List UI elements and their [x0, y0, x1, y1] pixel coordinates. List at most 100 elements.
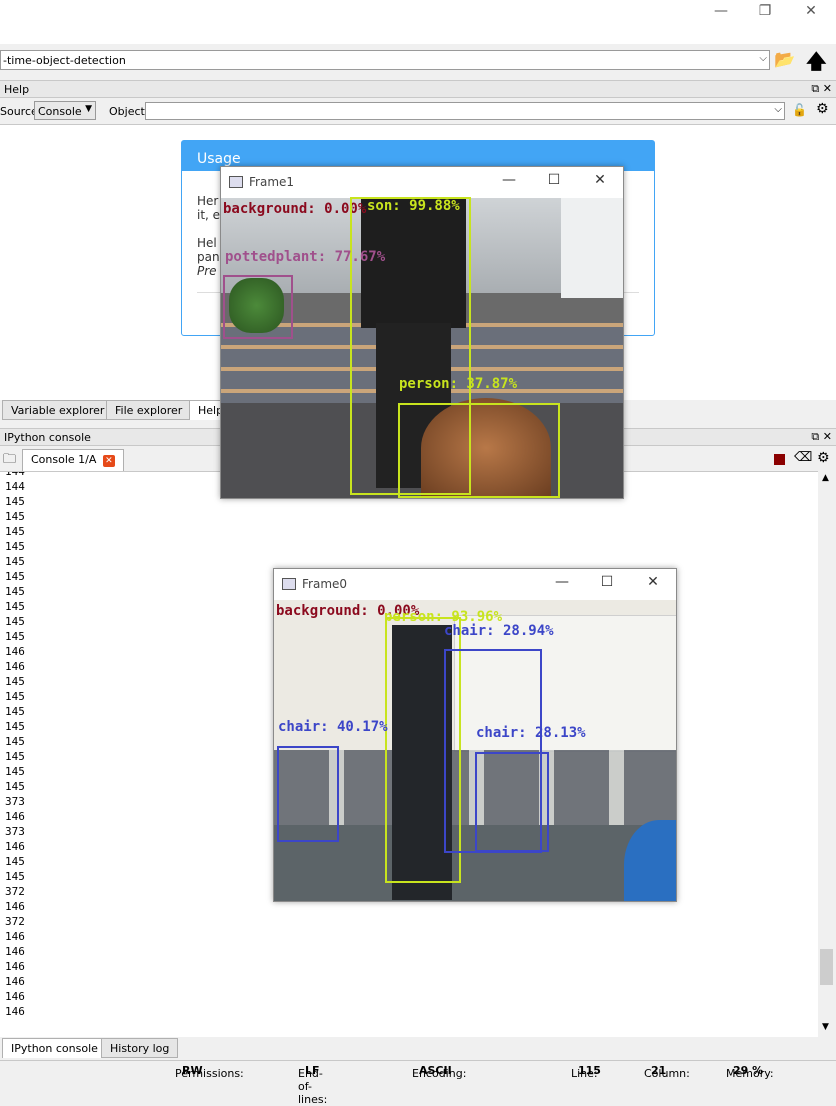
console-line: 145 [5, 720, 25, 733]
eraser-icon[interactable]: ⌫ [794, 450, 812, 465]
tab-console-1a[interactable]: Console 1/A ✕ [22, 449, 124, 471]
console-line: 146 [5, 645, 25, 658]
close-icon[interactable]: ✕ [643, 574, 663, 590]
close-icon[interactable]: ✕ [590, 172, 610, 188]
column-status: Column: 21 [644, 1064, 690, 1080]
console-line: 145 [5, 630, 25, 643]
detection-label: son: 99.88% [367, 198, 460, 214]
ipython-pane-title: IPython console [4, 431, 91, 444]
gear-icon[interactable]: ⚙ [816, 101, 829, 117]
console-line: 145 [5, 570, 25, 583]
help-toolbar: Source Console ▼ Object ⌵ 🔓 ⚙ [0, 100, 836, 124]
tab-label: File explorer [115, 404, 183, 417]
undock-icon[interactable]: ⧉ [811, 82, 819, 95]
detection-label: background: 0.00% [223, 201, 367, 217]
scroll-down-icon[interactable]: ▼ [822, 1022, 829, 1032]
console-line: 145 [5, 510, 25, 523]
usage-text: Pre [197, 264, 217, 278]
detection-label: person: 37.87% [399, 376, 518, 392]
parent-directory-icon[interactable]: 🡅 [806, 47, 827, 81]
tab-ipython-console[interactable]: IPython console [2, 1038, 107, 1058]
working-directory-combobox[interactable]: -time-object-detection ⌵ [0, 50, 770, 70]
restore-icon[interactable]: ❐ [752, 0, 778, 22]
detection-box [223, 275, 293, 339]
stop-icon[interactable] [774, 454, 785, 465]
eol-status: End-of-lines: LF [298, 1064, 328, 1106]
dropdown-arrow-icon: ▼ [85, 104, 92, 114]
folder-icon[interactable]: 🗀 [3, 450, 16, 472]
lock-icon[interactable]: 🔓 [792, 103, 807, 117]
console-tab-label: Console 1/A [31, 453, 97, 466]
console-line: 145 [5, 675, 25, 688]
close-icon[interactable]: ✕ [798, 0, 824, 22]
app-window-icon [229, 176, 243, 188]
frame1-titlebar[interactable]: Frame1 — ☐ ✕ [221, 167, 623, 197]
pane-controls: ⧉ ✕ [811, 82, 832, 96]
encoding-status: Encoding: ASCII [412, 1064, 467, 1080]
console-line: 146 [5, 930, 25, 943]
tab-variable-explorer[interactable]: Variable explorer [2, 400, 114, 420]
console-line: 146 [5, 960, 25, 973]
console-line: 144 [5, 480, 25, 493]
detection-label: chair: 28.13% [476, 725, 586, 741]
usage-text: Her [197, 194, 219, 208]
minimize-icon[interactable]: — [708, 0, 734, 22]
window-light [561, 198, 623, 298]
object-label: Object [109, 105, 145, 118]
undock-icon[interactable]: ⧉ [811, 430, 819, 443]
detection-box [398, 403, 560, 498]
frame0-titlebar[interactable]: Frame0 — ☐ ✕ [274, 569, 676, 599]
minimize-icon[interactable]: — [499, 172, 519, 188]
console-line: 372 [5, 915, 25, 928]
console-line: 145 [5, 615, 25, 628]
object-input[interactable]: ⌵ [145, 102, 785, 120]
open-folder-icon[interactable]: 📂 [774, 50, 795, 70]
console-line: 146 [5, 810, 25, 823]
console-line: 146 [5, 945, 25, 958]
maximize-icon[interactable]: ☐ [597, 574, 617, 590]
help-pane-title: Help [4, 83, 30, 96]
console-line: 145 [5, 690, 25, 703]
close-tab-icon[interactable]: ✕ [102, 455, 115, 467]
tab-label: Variable explorer [11, 404, 105, 417]
gear-icon[interactable]: ⚙ [817, 450, 830, 466]
chevron-down-icon[interactable]: ⌵ [774, 104, 782, 115]
close-pane-icon[interactable]: ✕ [823, 82, 832, 95]
help-pane-header: Help ⧉ ✕ [0, 80, 836, 98]
console-line: 146 [5, 975, 25, 988]
console-line: 144 [5, 471, 25, 478]
console-line: 145 [5, 540, 25, 553]
bottom-tabbar: IPython console History log [0, 1038, 836, 1058]
detection-label: chair: 28.94% [444, 623, 554, 639]
chevron-down-icon[interactable]: ⌵ [759, 53, 767, 64]
tab-label: History log [110, 1042, 170, 1055]
console-scrollbar[interactable]: ▲ ▼ [818, 471, 836, 1036]
console-line: 145 [5, 585, 25, 598]
source-select-value: Console [38, 105, 82, 118]
console-line: 146 [5, 1005, 25, 1018]
maximize-icon[interactable]: ☐ [544, 172, 564, 188]
tab-file-explorer[interactable]: File explorer [106, 400, 192, 420]
working-directory-path: -time-object-detection [3, 54, 126, 67]
scroll-up-icon[interactable]: ▲ [822, 473, 829, 483]
tab-history-log[interactable]: History log [101, 1038, 179, 1058]
console-line: 145 [5, 870, 25, 883]
tab-label: IPython console [11, 1042, 98, 1055]
close-pane-icon[interactable]: ✕ [823, 430, 832, 443]
scrollbar-thumb[interactable] [820, 949, 833, 985]
frame1-window[interactable]: Frame1 — ☐ ✕ background: 0.00% son: 99.88… [220, 166, 624, 499]
pane-controls: ⧉ ✕ [811, 430, 832, 444]
usage-title: Usage [197, 151, 241, 167]
console-line: 145 [5, 855, 25, 868]
detection-label: pottedplant: 77.67% [225, 249, 386, 265]
source-select[interactable]: Console ▼ [34, 101, 96, 120]
console-line: 146 [5, 840, 25, 853]
frame0-title: Frame0 [302, 577, 348, 591]
console-line: 145 [5, 780, 25, 793]
app-window-icon [282, 578, 296, 590]
console-line: 373 [5, 795, 25, 808]
memory-status: Memory: 29 % [726, 1064, 774, 1080]
console-line: 145 [5, 525, 25, 538]
frame0-window[interactable]: Frame0 — ☐ ✕ background: 0.00% person: 93… [273, 568, 677, 902]
minimize-icon[interactable]: — [552, 574, 572, 590]
